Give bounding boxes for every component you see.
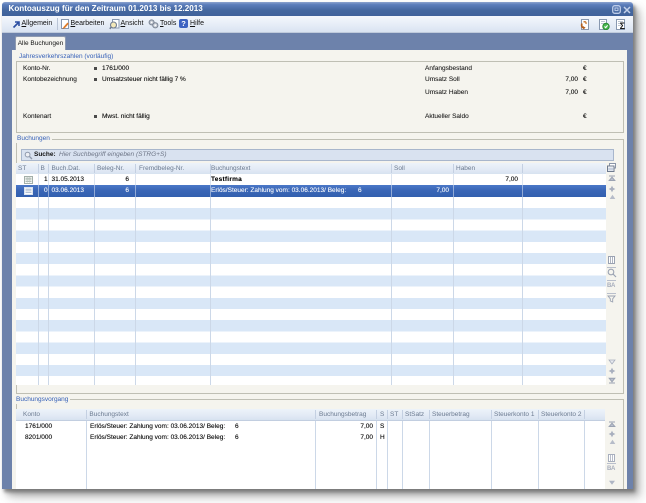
svg-text:Σ: Σ (620, 20, 626, 29)
